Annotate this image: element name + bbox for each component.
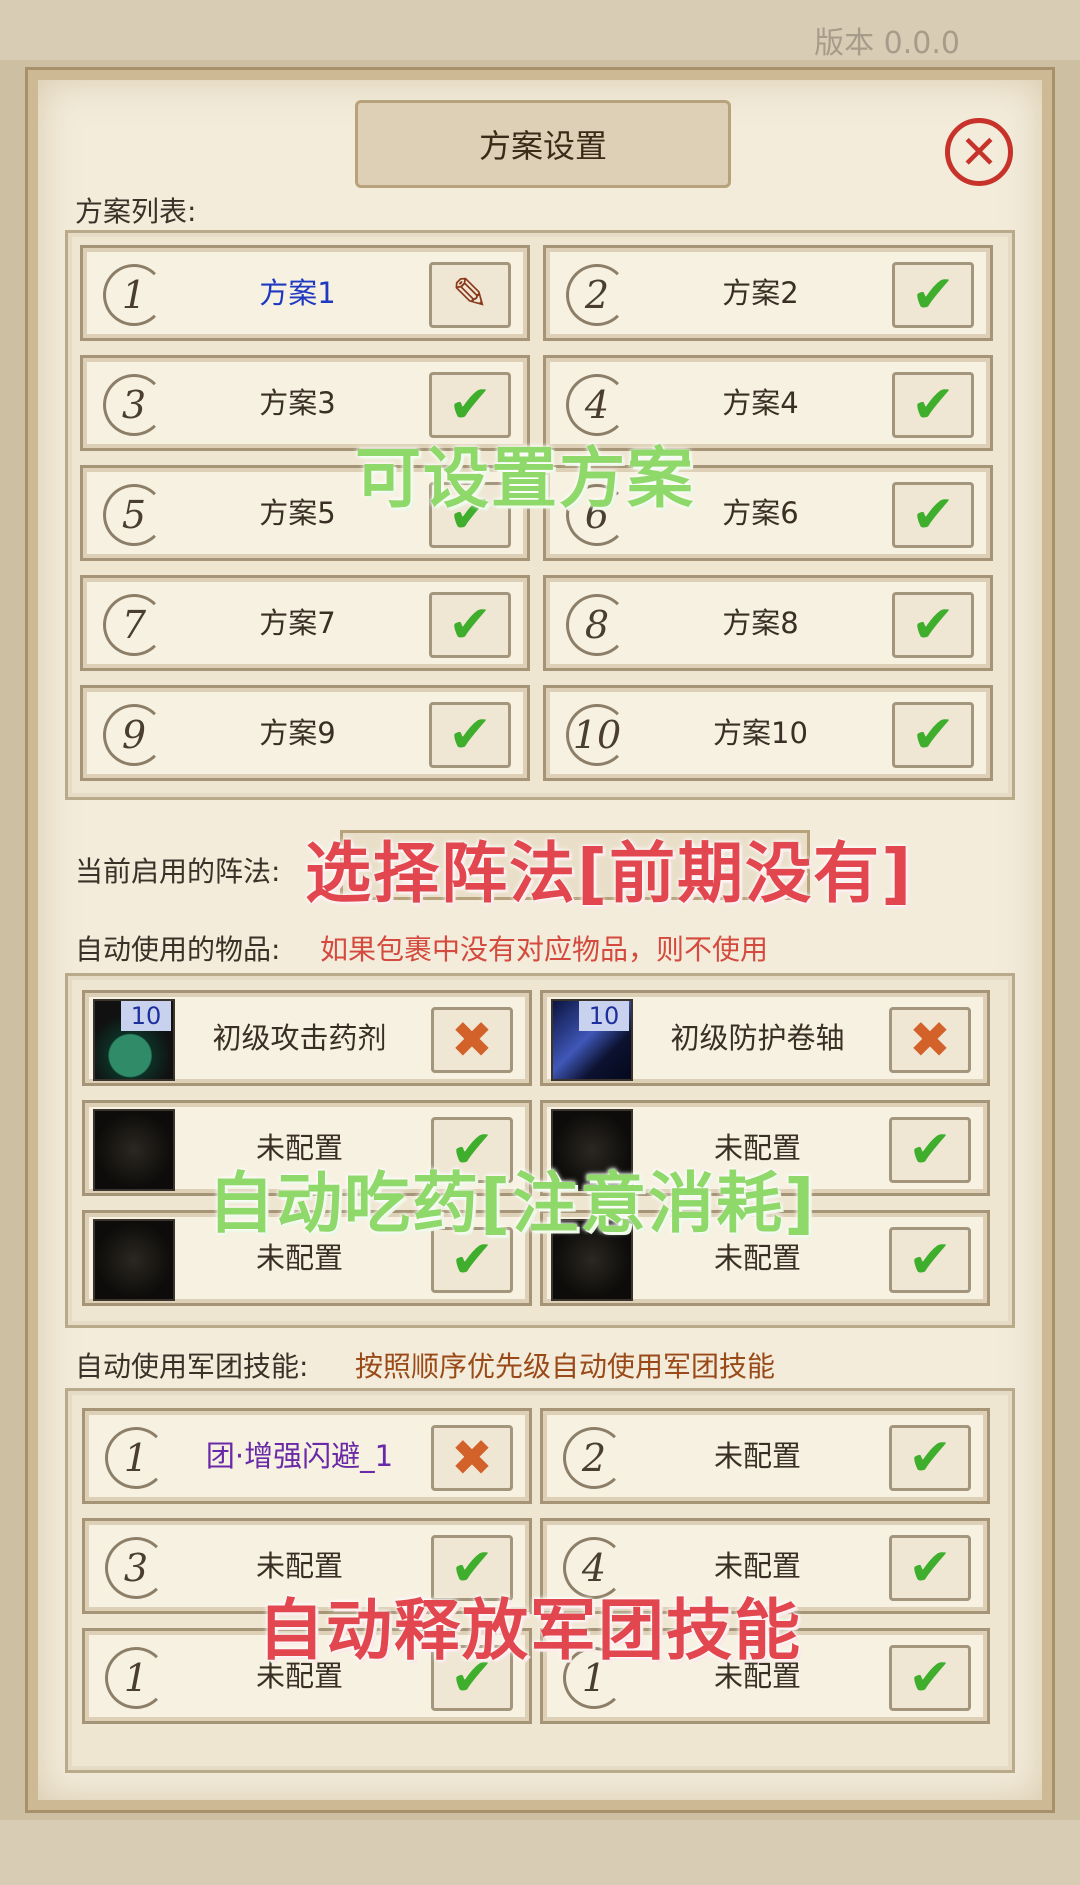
item-name: 初级防护卷轴 [670, 1021, 845, 1055]
plan-slot[interactable]: 2 方案2 ✔ [543, 245, 993, 341]
plan-number: 10 [566, 704, 628, 766]
check-icon: ✔ [908, 1538, 952, 1598]
overlay-items: 自动吃药[注意消耗] [208, 1165, 817, 1242]
check-icon: ✔ [908, 1120, 952, 1180]
items-label: 自动使用的物品: [75, 933, 281, 966]
skill-order-number: 2 [563, 1427, 625, 1489]
plan-name: 方案2 [722, 276, 799, 310]
item-slot[interactable]: 10 初级攻击药剂 ✖ [82, 990, 532, 1086]
check-icon: ✔ [908, 1648, 952, 1708]
enable-toggle-button[interactable]: ✔ [429, 702, 511, 768]
enable-toggle-button[interactable]: ✔ [889, 1535, 971, 1601]
enable-toggle-button[interactable]: ✔ [889, 1645, 971, 1711]
plan-number: 7 [103, 594, 165, 656]
check-icon: ✔ [448, 705, 492, 765]
check-icon: ✔ [911, 705, 955, 765]
disable-toggle-button[interactable]: ✖ [431, 1007, 513, 1073]
item-slot[interactable]: 10 初级防护卷轴 ✖ [540, 990, 990, 1086]
enable-toggle-button[interactable]: ✔ [889, 1425, 971, 1491]
cross-icon: ✖ [909, 1011, 951, 1069]
plan-name: 方案8 [722, 606, 799, 640]
overlay-skills: 自动释放军团技能 [258, 1592, 802, 1669]
skill-name: 团·增强闪避_1 [205, 1439, 394, 1473]
plan-name: 方案7 [259, 606, 336, 640]
items-hint: 如果包裹中没有对应物品，则不使用 [320, 933, 769, 966]
enable-toggle-button[interactable]: ✔ [889, 1117, 971, 1183]
potion-icon: 10 [93, 999, 175, 1081]
panel-title: 方案设置 [355, 100, 731, 188]
overlay-plans: 可设置方案 [355, 440, 695, 517]
bottom-bar [0, 1820, 1080, 1885]
plan-slot[interactable]: 8 方案8 ✔ [543, 575, 993, 671]
skill-name: 未配置 [713, 1439, 801, 1473]
item-name: 初级攻击药剂 [212, 1021, 387, 1055]
formation-label: 当前启用的阵法: [75, 855, 281, 888]
check-icon: ✔ [911, 485, 955, 545]
skill-order-number: 1 [105, 1647, 167, 1709]
enable-toggle-button[interactable]: ✔ [429, 592, 511, 658]
cross-icon: ✖ [451, 1011, 493, 1069]
version-text: 版本 0.0.0 [814, 26, 960, 61]
plan-slot[interactable]: 10 方案10 ✔ [543, 685, 993, 781]
empty-slot-icon [93, 1219, 175, 1301]
check-icon: ✔ [911, 375, 955, 435]
plan-name: 方案9 [259, 716, 336, 750]
check-icon: ✔ [911, 265, 955, 325]
enable-toggle-button[interactable]: ✔ [892, 262, 974, 328]
enable-toggle-button[interactable]: ✔ [892, 372, 974, 438]
enable-toggle-button[interactable]: ✔ [889, 1227, 971, 1293]
check-icon: ✔ [908, 1428, 952, 1488]
disable-toggle-button[interactable]: ✖ [431, 1425, 513, 1491]
item-count-badge: 10 [121, 1001, 171, 1031]
check-icon: ✔ [448, 375, 492, 435]
disable-toggle-button[interactable]: ✖ [889, 1007, 971, 1073]
legion-skill-slot[interactable]: 2 未配置 ✔ [540, 1408, 990, 1504]
check-icon: ✔ [448, 595, 492, 655]
overlay-formation: 选择阵法[前期没有] [305, 835, 914, 912]
brush-icon: ✎ [451, 269, 489, 320]
legion-skill-slot[interactable]: 1 团·增强闪避_1 ✖ [82, 1408, 532, 1504]
edit-button[interactable]: ✎ [429, 262, 511, 328]
plan-name: 方案10 [713, 716, 808, 750]
skill-order-number: 3 [105, 1537, 167, 1599]
scroll-icon: 10 [551, 999, 633, 1081]
item-count-badge: 10 [579, 1001, 629, 1031]
empty-slot-icon [93, 1109, 175, 1191]
enable-toggle-button[interactable]: ✔ [892, 482, 974, 548]
enable-toggle-button[interactable]: ✔ [892, 592, 974, 658]
plan-number: 9 [103, 704, 165, 766]
plan-slot[interactable]: 1 方案1 ✎ [80, 245, 530, 341]
enable-toggle-button[interactable]: ✔ [892, 702, 974, 768]
plan-number: 3 [103, 374, 165, 436]
plan-number: 2 [566, 264, 628, 326]
plan-number: 8 [566, 594, 628, 656]
plan-slot[interactable]: 7 方案7 ✔ [80, 575, 530, 671]
plan-number: 1 [103, 264, 165, 326]
check-icon: ✔ [911, 595, 955, 655]
close-icon: ✕ [959, 125, 999, 179]
plan-number: 5 [103, 484, 165, 546]
cross-icon: ✖ [451, 1429, 493, 1487]
skill-order-number: 1 [105, 1427, 167, 1489]
plan-slot[interactable]: 9 方案9 ✔ [80, 685, 530, 781]
skills-hint: 按照顺序优先级自动使用军团技能 [355, 1350, 776, 1383]
check-icon: ✔ [908, 1230, 952, 1290]
skills-label: 自动使用军团技能: [75, 1350, 309, 1383]
plan-list-label: 方案列表: [75, 195, 197, 228]
close-button[interactable]: ✕ [945, 118, 1013, 186]
plan-name: 方案1 [259, 276, 336, 310]
